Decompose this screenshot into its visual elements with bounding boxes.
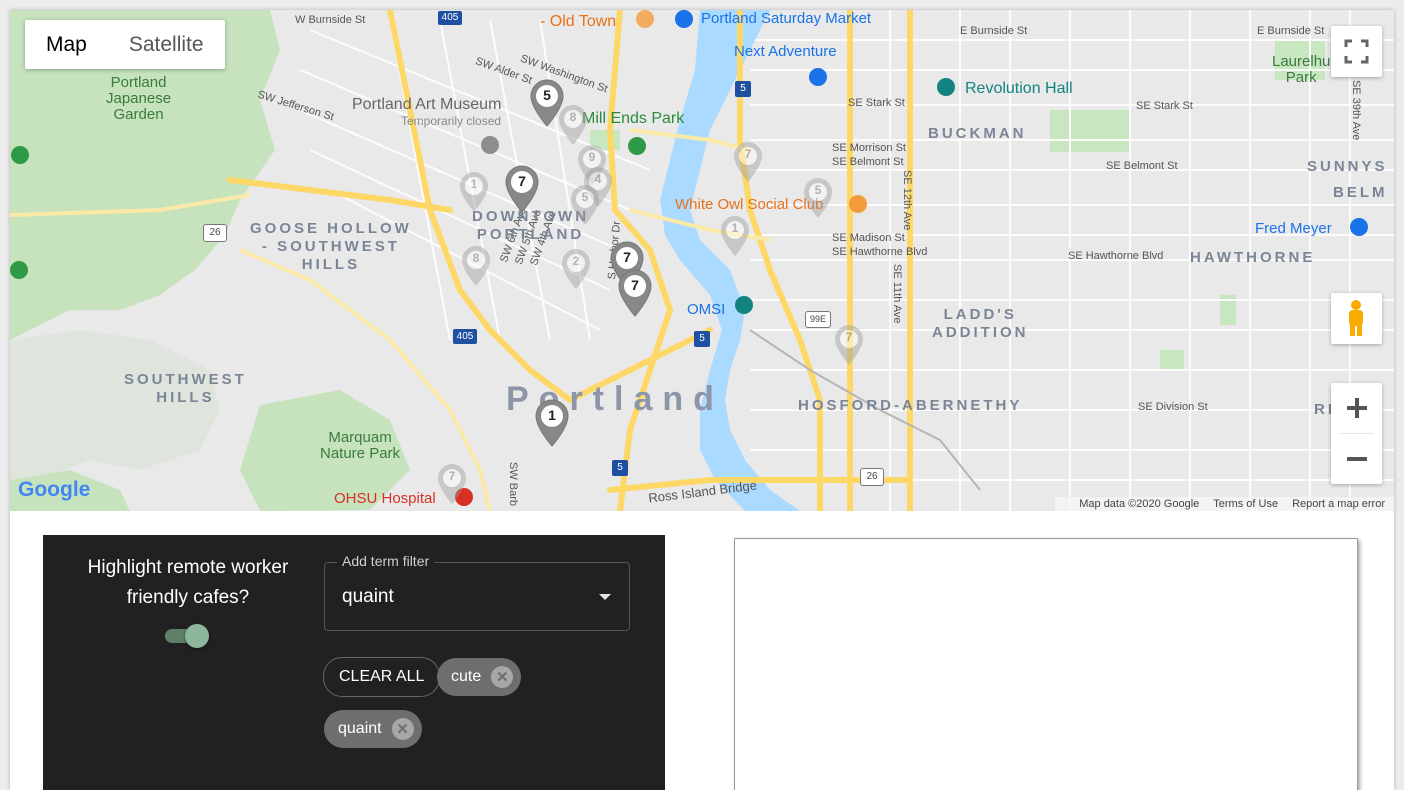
- detail-panel: [734, 538, 1358, 790]
- pegman-icon: [1349, 300, 1363, 336]
- term-filter-value: quaint: [342, 586, 394, 607]
- park-tree-icon-west: [11, 146, 29, 164]
- street-view-pegman-button[interactable]: [1331, 293, 1382, 344]
- term-filter-label: Add term filter: [337, 553, 435, 569]
- cocktail-icon: [849, 195, 867, 213]
- filter-chip-label: cute: [451, 668, 482, 685]
- plus-icon: [1346, 398, 1367, 418]
- museum-icon: [735, 296, 753, 314]
- filter-chip-quaint: quaint ✕: [324, 710, 422, 748]
- map-type-map-button[interactable]: Map: [25, 20, 108, 69]
- map-marker[interactable]: 1: [534, 398, 570, 448]
- map-attribution: Map data ©2020 Google Terms of Use Repor…: [1055, 497, 1394, 511]
- faded-map-marker[interactable]: 5: [569, 183, 601, 227]
- faded-map-marker[interactable]: 8: [460, 244, 492, 288]
- filter-chip-cute: cute ✕: [437, 658, 522, 696]
- remote-worker-toggle-label: Highlight remote worker friendly cafes?: [87, 557, 289, 608]
- app-frame: W Burnside St SW Alder St SW Washington …: [10, 10, 1394, 790]
- filter-panel: Highlight remote worker friendly cafes? …: [43, 535, 665, 790]
- faded-map-marker[interactable]: 7: [732, 140, 764, 184]
- map-view[interactable]: W Burnside St SW Alder St SW Washington …: [10, 10, 1394, 511]
- food-icon: [636, 10, 654, 28]
- fullscreen-button[interactable]: [1331, 26, 1382, 77]
- dropdown-arrow-icon[interactable]: [599, 594, 611, 600]
- faded-map-marker[interactable]: 2: [560, 247, 592, 291]
- shopping-cart-icon: [1350, 218, 1368, 236]
- clear-all-button[interactable]: CLEAR ALL: [323, 657, 441, 697]
- faded-map-marker[interactable]: 1: [719, 214, 751, 258]
- zoom-in-button[interactable]: [1331, 383, 1382, 433]
- faded-map-marker[interactable]: 7: [833, 323, 865, 367]
- park-tree-icon: [628, 137, 646, 155]
- map-data-attribution: Map data ©2020 Google: [1079, 498, 1200, 510]
- map-marker[interactable]: 5: [529, 78, 565, 128]
- toggle-thumb: [185, 624, 209, 648]
- map-type-control: Map Satellite: [25, 20, 225, 69]
- fullscreen-icon: [1344, 39, 1369, 64]
- shopping-bag-icon: [809, 68, 827, 86]
- remote-worker-toggle[interactable]: [165, 623, 211, 648]
- map-marker[interactable]: 7: [617, 268, 653, 318]
- minus-icon: [1346, 457, 1367, 461]
- report-map-error-link[interactable]: Report a map error: [1292, 497, 1385, 511]
- museum-gray-icon: [481, 136, 499, 154]
- google-logo[interactable]: Google: [18, 478, 90, 502]
- market-icon: [675, 10, 693, 28]
- dog-park-icon: [10, 261, 28, 279]
- term-filter-select[interactable]: Add term filter quaint: [324, 553, 630, 631]
- faded-map-marker[interactable]: 5: [802, 176, 834, 220]
- zoom-out-button[interactable]: [1331, 434, 1382, 484]
- chip-remove-icon[interactable]: ✕: [491, 666, 514, 688]
- faded-map-marker[interactable]: 1: [458, 170, 490, 214]
- terms-of-use-link[interactable]: Terms of Use: [1213, 497, 1278, 511]
- map-type-satellite-button[interactable]: Satellite: [108, 20, 225, 69]
- map-base-layer: [10, 10, 1394, 511]
- map-marker[interactable]: 7: [504, 164, 540, 214]
- drink-icon: [937, 78, 955, 96]
- zoom-control: [1331, 383, 1382, 484]
- filter-chip-label: quaint: [338, 720, 382, 737]
- faded-map-marker[interactable]: 7: [436, 462, 468, 506]
- chip-remove-icon[interactable]: ✕: [391, 718, 414, 740]
